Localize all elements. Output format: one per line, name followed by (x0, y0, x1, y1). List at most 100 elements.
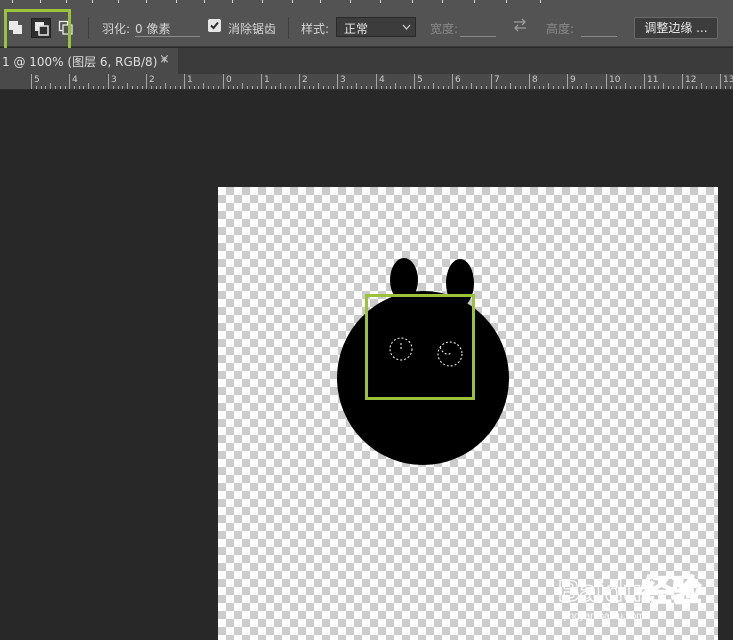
ruler-minor-tick (711, 86, 712, 89)
ruler-minor-tick (410, 86, 411, 89)
ruler-minor-tick (60, 86, 61, 89)
ruler-label: 10 (609, 75, 621, 85)
ruler-minor-tick (701, 83, 702, 89)
ruler-minor-tick (218, 86, 219, 89)
ruler-minor-tick (706, 86, 707, 89)
document-canvas[interactable]: Baidu经验 jingyan.baidu.com (218, 187, 718, 640)
ruler-minor-tick (668, 86, 669, 89)
ruler-minor-tick (309, 86, 310, 89)
checkmark-icon (210, 21, 219, 30)
style-select-value: 正常 (344, 22, 369, 36)
ruler-minor-tick (596, 86, 597, 89)
ruler-minor-tick (687, 86, 688, 89)
ruler-label: 2 (149, 75, 155, 85)
ruler-minor-tick (400, 86, 401, 89)
workspace: Baidu经验 jingyan.baidu.com (0, 91, 733, 640)
ruler-minor-tick (189, 86, 190, 89)
ruler-minor-tick (132, 86, 133, 89)
ruler-minor-tick (74, 86, 75, 89)
chevron-down-icon (402, 24, 411, 30)
width-label: 宽度: (430, 22, 459, 36)
ruler-minor-tick (290, 86, 291, 89)
ruler-minor-tick (438, 86, 439, 89)
ruler-label: 4 (379, 75, 385, 85)
ruler-major-tick (31, 74, 32, 89)
style-label: 样式: (301, 22, 330, 36)
refine-edge-button[interactable]: 调整边缘 ... (634, 17, 718, 39)
ruler-minor-tick (725, 86, 726, 89)
ruler-minor-tick (386, 86, 387, 89)
ruler-minor-tick (649, 86, 650, 89)
ruler-major-tick (146, 74, 147, 89)
height-label: 高度: (546, 22, 575, 36)
ruler-major-tick (337, 74, 338, 89)
ruler-major-tick (299, 74, 300, 89)
feather-input[interactable]: 0 像素 (135, 20, 170, 37)
ruler-minor-tick (462, 86, 463, 89)
height-input[interactable] (581, 36, 617, 37)
options-bar: 羽化: 0 像素 消除锯齿 样式: 正常 宽度: 高度: 调整边缘 ... (0, 5, 733, 51)
ruler-minor-tick (285, 86, 286, 89)
antialias-label: 消除锯齿 (228, 22, 277, 36)
ruler-minor-tick (170, 86, 171, 89)
ruler-minor-tick (151, 86, 152, 89)
mode-buttons-highlight (4, 9, 71, 51)
ruler-minor-tick (79, 86, 80, 89)
ruler-label: 6 (455, 75, 461, 85)
ruler-minor-tick (113, 86, 114, 89)
ruler-minor-tick (333, 86, 334, 89)
ruler-minor-tick (45, 86, 46, 89)
ruler-major-tick (567, 74, 568, 89)
ruler-major-tick (644, 74, 645, 89)
ruler-label: 0 (226, 75, 232, 85)
ruler-minor-tick (252, 86, 253, 89)
ruler-minor-tick (730, 86, 731, 89)
ruler-label: 2 (302, 75, 308, 85)
swap-icon[interactable] (512, 18, 528, 32)
antialias-checkbox[interactable] (208, 19, 221, 32)
ruler-minor-tick (466, 86, 467, 89)
ruler-minor-tick (405, 86, 406, 89)
ruler-minor-tick (572, 86, 573, 89)
ruler-minor-tick (280, 83, 281, 89)
ruler-minor-tick (471, 83, 472, 89)
ruler-major-tick (223, 74, 224, 89)
ruler-minor-tick (424, 86, 425, 89)
ruler-minor-tick (55, 86, 56, 89)
document-tab-title: 1 @ 100% (图层 6, RGB/8) * (2, 55, 168, 69)
ruler-minor-tick (501, 86, 502, 89)
ruler-minor-tick (543, 86, 544, 89)
ruler-minor-tick (366, 86, 367, 89)
close-icon[interactable]: × (159, 52, 170, 67)
width-input[interactable] (460, 36, 496, 37)
ruler-minor-tick (122, 86, 123, 89)
ruler-minor-tick (654, 86, 655, 89)
style-select[interactable]: 正常 (336, 17, 416, 37)
ruler-label: 8 (532, 75, 538, 85)
ruler-label: 1 (264, 75, 270, 85)
ruler-minor-tick (395, 83, 396, 89)
ruler-minor-tick (586, 83, 587, 89)
document-tab[interactable]: 1 @ 100% (图层 6, RGB/8) * × (0, 48, 178, 74)
ruler-minor-tick (591, 86, 592, 89)
watermark-sub: jingyan.baidu.com (563, 611, 645, 622)
ruler-minor-tick (356, 83, 357, 89)
ruler-minor-tick (548, 83, 549, 89)
ruler-minor-tick (371, 86, 372, 89)
ruler-minor-tick (242, 83, 243, 89)
ruler-minor-tick (716, 86, 717, 89)
ruler-minor-tick (194, 86, 195, 89)
ruler-minor-tick (443, 86, 444, 89)
ruler-minor-tick (433, 83, 434, 89)
horizontal-ruler[interactable]: 5 4 3 2 1 0 1 2 3 4 5 6 7 8 9 10 11 12 13 (0, 74, 733, 90)
ruler-minor-tick (635, 86, 636, 89)
ruler-major-tick (720, 74, 721, 89)
ruler-minor-tick (381, 86, 382, 89)
ruler-minor-tick (692, 86, 693, 89)
ruler-minor-tick (213, 86, 214, 89)
ruler-major-tick (491, 74, 492, 89)
ruler-minor-tick (228, 86, 229, 89)
ruler-minor-tick (419, 86, 420, 89)
ruler-label: 5 (34, 75, 40, 85)
ruler-label: 4 (72, 75, 78, 85)
